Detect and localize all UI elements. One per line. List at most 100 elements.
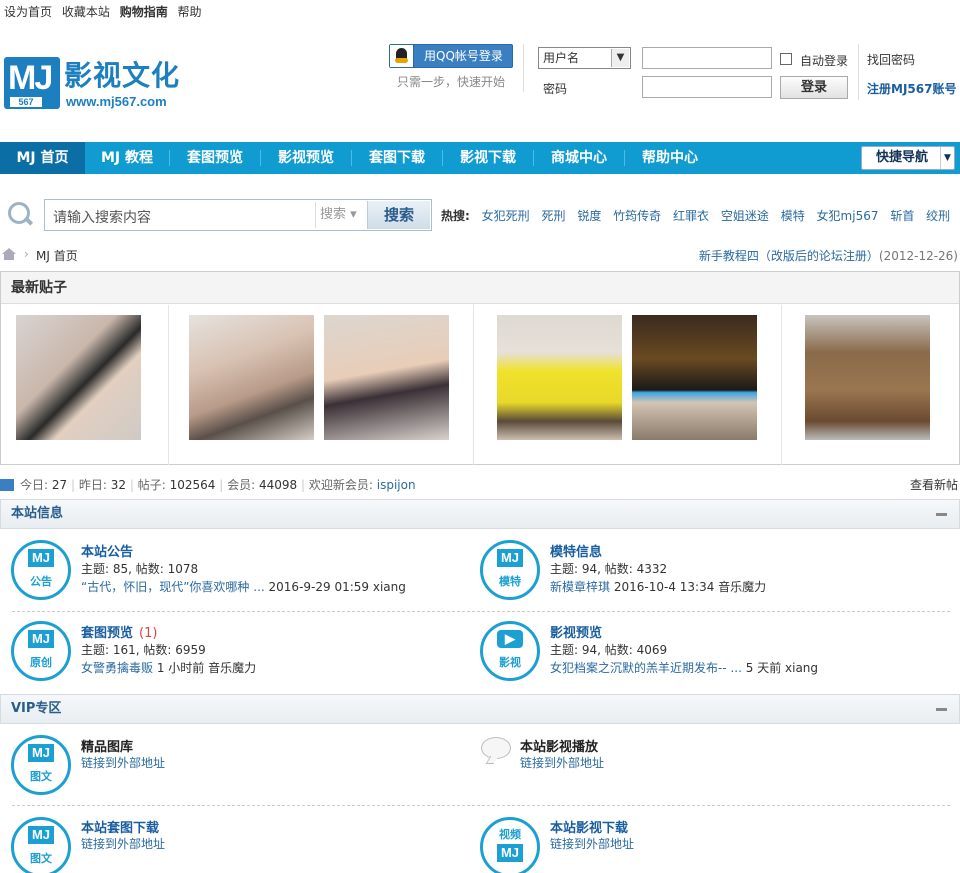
stats-members-label: 会员: xyxy=(227,478,256,492)
view-new-posts-link[interactable]: 查看新帖 xyxy=(910,476,958,493)
search-type-value: 搜索 xyxy=(320,207,347,222)
last-post-meta: 5 天前 xiang xyxy=(745,661,819,675)
forum-title[interactable]: 本站影视下载 xyxy=(550,817,628,836)
collapse-icon[interactable] xyxy=(936,708,947,711)
collapse-icon[interactable] xyxy=(936,513,947,516)
external-link[interactable]: 链接到外部地址 xyxy=(81,754,165,771)
divider xyxy=(168,305,169,465)
stats-posts-label: 帖子: xyxy=(137,478,166,492)
favorite-link[interactable]: 收藏本站 xyxy=(62,5,110,19)
post-thumbnail[interactable] xyxy=(497,315,622,440)
find-password-link[interactable]: 找回密码 xyxy=(867,51,915,68)
password-input[interactable] xyxy=(642,76,772,98)
stats-today: 27 xyxy=(51,478,68,492)
search-type-select[interactable]: 搜索 ▾ xyxy=(315,202,365,228)
stats-welcome-label: 欢迎新会员: xyxy=(308,478,373,492)
qq-login-tip: 只需一步，快速开始 xyxy=(397,75,506,89)
hot-term[interactable]: 锐度 xyxy=(577,209,601,223)
last-post-link[interactable]: “古代，怀旧，现代”你喜欢哪种 ... xyxy=(81,580,265,594)
original-icon[interactable]: MJ 原创 xyxy=(11,621,71,681)
post-thumbnail[interactable] xyxy=(805,315,930,440)
hot-search: 热搜: 女犯死刑 死刑 锐度 竹筠传奇 红罪衣 空姐迷途 模特 女犯mj567 … xyxy=(441,207,960,224)
nav-photo-download[interactable]: 套图下载 xyxy=(352,142,442,174)
forum-title[interactable]: 影视预览 xyxy=(550,622,602,641)
search-bar: 请输入搜索内容 搜索 ▾ 搜索 xyxy=(44,199,432,231)
divider xyxy=(12,805,950,806)
nav-tutorial[interactable]: MJ 教程 xyxy=(85,142,169,174)
section-header-vip[interactable]: VIP专区 xyxy=(0,694,960,724)
post-thumbnail[interactable] xyxy=(632,315,757,440)
qq-login-button[interactable]: 用QQ帐号登录 xyxy=(389,44,513,68)
home-icon[interactable] xyxy=(2,248,16,260)
last-post-link[interactable]: 女犯档案之沉默的羔羊近期发布-- ... xyxy=(550,661,742,675)
section-title: VIP专区 xyxy=(11,701,62,716)
hot-term[interactable]: 红罪衣 xyxy=(673,209,709,223)
nav-video-preview[interactable]: 影视预览 xyxy=(261,142,351,174)
forum-title[interactable]: 精品图库 xyxy=(81,736,133,755)
external-link[interactable]: 链接到外部地址 xyxy=(550,835,634,852)
post-thumbnail[interactable] xyxy=(16,315,141,440)
external-link[interactable]: 链接到外部地址 xyxy=(81,835,165,852)
nav-home[interactable]: MJ 首页 xyxy=(0,142,85,174)
post-thumbnail[interactable] xyxy=(324,315,449,440)
last-post-link[interactable]: 新模章梓琪 xyxy=(550,580,610,594)
nav-shop[interactable]: 商城中心 xyxy=(534,142,624,174)
stats-yesterday-label: 昨日: xyxy=(78,478,107,492)
main-nav: MJ 首页 MJ 教程 套图预览 影视预览 套图下载 影视下载 商城中心 帮助中… xyxy=(0,142,960,174)
video-play-icon[interactable]: ▶ 影视 xyxy=(480,621,540,681)
username-input[interactable] xyxy=(642,47,772,69)
site-logo[interactable]: MJ 567 影视文化 www.mj567.com xyxy=(4,52,204,112)
search-button[interactable]: 搜索 xyxy=(367,201,430,229)
hot-term[interactable]: 竹筠传奇 xyxy=(613,209,661,223)
forum-title[interactable]: 模特信息 xyxy=(550,541,602,560)
gallery-icon[interactable]: MJ 图文 xyxy=(11,735,71,795)
announcement-icon[interactable]: MJ 公告 xyxy=(11,540,71,600)
post-thumbnail[interactable] xyxy=(189,315,314,440)
help-link[interactable]: 帮助 xyxy=(178,5,202,19)
logo-number: 567 xyxy=(10,97,42,107)
external-link[interactable]: 链接到外部地址 xyxy=(520,754,604,771)
forum-list-site-info: MJ 公告 本站公告 主题: 85, 帖数: 1078 “古代，怀旧，现代”你喜欢… xyxy=(0,530,960,695)
set-home-link[interactable]: 设为首页 xyxy=(4,5,52,19)
login-type-select[interactable]: 用户名 ▼ xyxy=(538,47,631,69)
notice-link[interactable]: 新手教程四（改版后的论坛注册）(2012-12-26) xyxy=(699,247,958,264)
top-links: 设为首页 收藏本站 购物指南 帮助 xyxy=(4,3,208,20)
divider xyxy=(473,305,474,465)
video-icon[interactable]: MJ 视频 xyxy=(480,817,540,873)
hot-term[interactable]: 死刑 xyxy=(541,209,565,223)
hot-term[interactable]: 绞刑 xyxy=(926,209,950,223)
breadcrumb-current[interactable]: MJ 首页 xyxy=(36,247,78,264)
forum-title[interactable]: 本站套图下载 xyxy=(81,817,159,836)
stats-today-label: 今日: xyxy=(20,478,49,492)
nav-help[interactable]: 帮助中心 xyxy=(625,142,715,174)
latest-posts-title: 最新贴子 xyxy=(1,272,959,304)
auto-login-checkbox[interactable] xyxy=(780,53,792,65)
logo-title: 影视文化 xyxy=(64,59,181,92)
hot-term[interactable]: 斩首 xyxy=(890,209,914,223)
icon-caption: 图文 xyxy=(30,770,52,783)
forum-last-post: 女警勇擒毒贩 1 小时前 音乐魔力 xyxy=(81,659,256,676)
gallery-icon[interactable]: MJ 图文 xyxy=(11,817,71,873)
section-header-site-info[interactable]: 本站信息 xyxy=(0,499,960,529)
last-post-link[interactable]: 女警勇擒毒贩 xyxy=(81,661,153,675)
nav-video-download[interactable]: 影视下载 xyxy=(443,142,533,174)
icon-caption: 公告 xyxy=(30,575,52,588)
new-member-link[interactable]: ispijon xyxy=(377,478,416,492)
hot-term[interactable]: 女犯死刑 xyxy=(482,209,530,223)
hot-term[interactable]: 女犯mj567 xyxy=(817,209,879,223)
nav-photo-preview[interactable]: 套图预览 xyxy=(170,142,260,174)
forum-title[interactable]: 套图预览 (1) xyxy=(81,622,157,641)
quick-nav-button[interactable]: 快捷导航 ▼ xyxy=(861,146,955,170)
search-input[interactable]: 请输入搜索内容 xyxy=(53,207,151,227)
hot-term[interactable]: 模特 xyxy=(781,209,805,223)
model-info-icon[interactable]: MJ 模特 xyxy=(480,540,540,600)
forum-title[interactable]: 本站影视播放 xyxy=(520,736,598,755)
shopping-guide-link[interactable]: 购物指南 xyxy=(120,5,168,19)
chat-bubble-icon xyxy=(481,737,511,759)
hot-term[interactable]: 空姐迷途 xyxy=(721,209,769,223)
forum-title[interactable]: 本站公告 xyxy=(81,541,133,560)
login-button[interactable]: 登录 xyxy=(780,76,848,99)
breadcrumb: › MJ 首页 xyxy=(2,247,202,263)
register-link[interactable]: 注册MJ567账号 xyxy=(867,80,956,97)
chevron-down-icon: ▼ xyxy=(611,49,629,67)
